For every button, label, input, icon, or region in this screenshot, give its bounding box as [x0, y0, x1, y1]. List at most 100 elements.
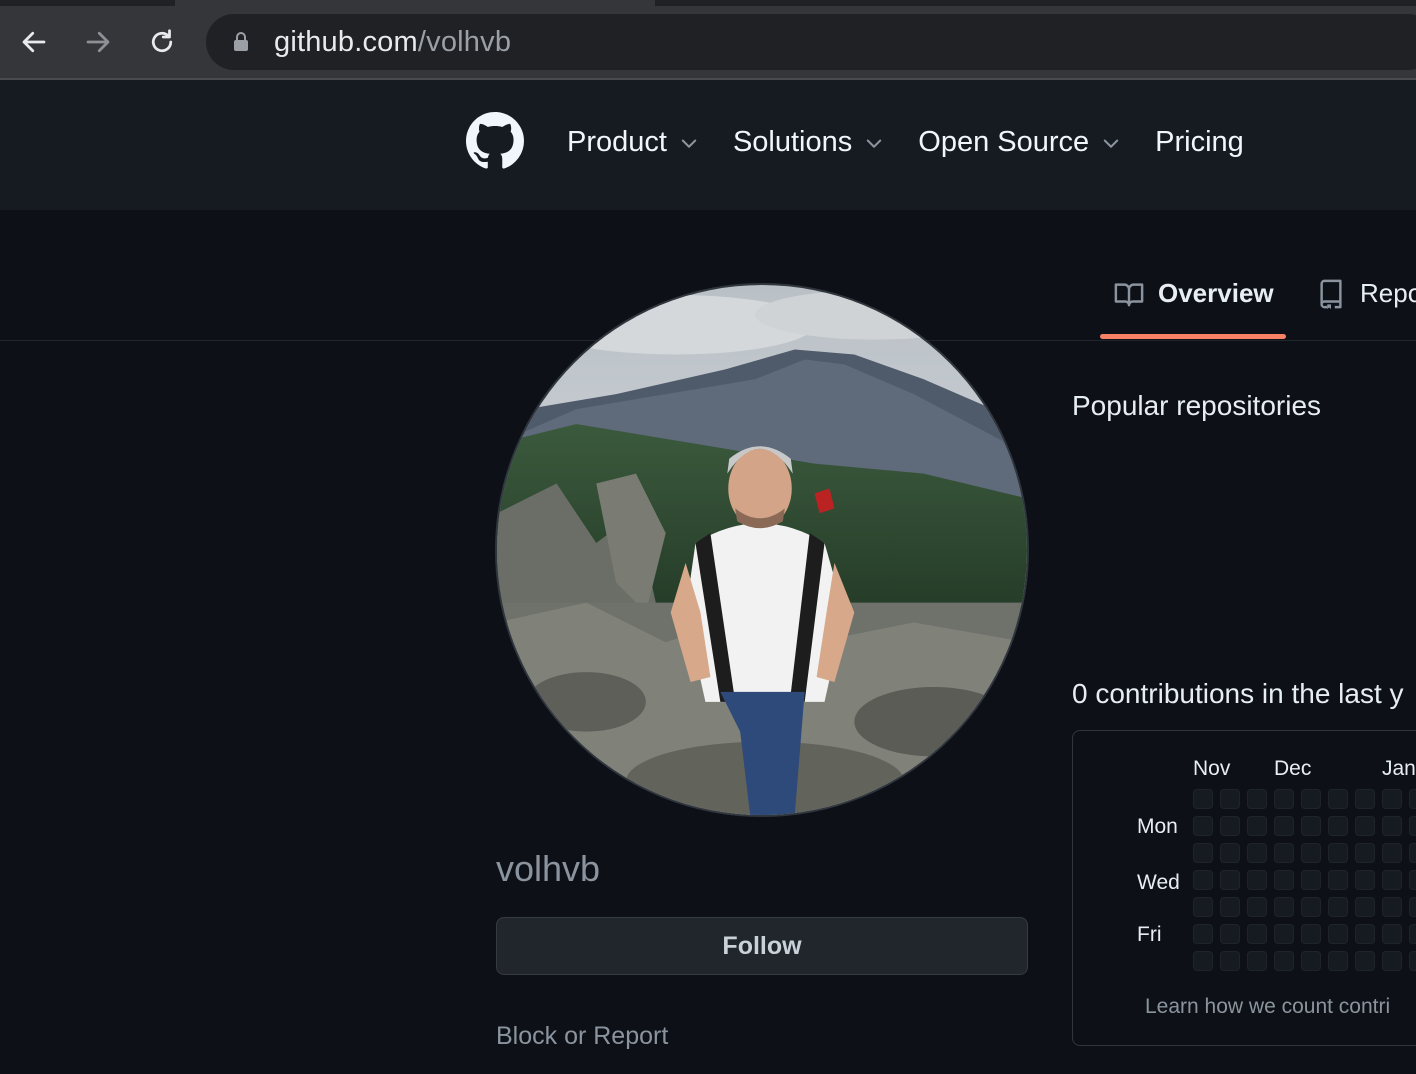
contribution-cell[interactable]: [1247, 897, 1267, 917]
contribution-cell[interactable]: [1328, 816, 1348, 836]
github-logo-icon[interactable]: [466, 112, 524, 170]
contribution-cell[interactable]: [1274, 789, 1294, 809]
contribution-cell[interactable]: [1193, 816, 1213, 836]
contribution-cell[interactable]: [1409, 816, 1416, 836]
contribution-cell[interactable]: [1355, 816, 1375, 836]
contribution-cell[interactable]: [1274, 870, 1294, 890]
contribution-cell[interactable]: [1274, 924, 1294, 944]
contribution-cell[interactable]: [1328, 789, 1348, 809]
block-or-report-link[interactable]: Block or Report: [496, 1022, 668, 1051]
contribution-cell[interactable]: [1193, 951, 1213, 971]
forward-arrow-icon: [86, 31, 110, 53]
contribution-cell[interactable]: [1193, 924, 1213, 944]
url-host: github.com: [274, 26, 418, 58]
forward-button[interactable]: [80, 24, 116, 60]
contribution-cell[interactable]: [1301, 816, 1321, 836]
nav-product[interactable]: Product: [567, 126, 699, 159]
contributions-heading: 0 contributions in the last y: [1072, 678, 1404, 709]
contribution-cell[interactable]: [1301, 789, 1321, 809]
contribution-cell[interactable]: [1193, 843, 1213, 863]
chevron-down-icon: [867, 139, 882, 148]
nav-pricing-label: Pricing: [1155, 126, 1244, 158]
contribution-cell[interactable]: [1328, 897, 1348, 917]
contribution-cell[interactable]: [1409, 897, 1416, 917]
repo-icon: [1320, 279, 1342, 309]
contribution-cell[interactable]: [1193, 870, 1213, 890]
contribution-cell[interactable]: [1382, 816, 1402, 836]
learn-contributions-link[interactable]: Learn how we count contri: [1145, 995, 1390, 1019]
day-label: Mon: [1137, 815, 1178, 838]
contribution-cell[interactable]: [1382, 924, 1402, 944]
contribution-cell[interactable]: [1382, 843, 1402, 863]
address-bar[interactable]: github.com/volhvb: [206, 14, 1416, 70]
contribution-cell[interactable]: [1328, 843, 1348, 863]
contribution-cell[interactable]: [1382, 870, 1402, 890]
popular-repositories-heading: Popular repositories: [1072, 390, 1322, 421]
contribution-cell[interactable]: [1409, 870, 1416, 890]
contribution-cell[interactable]: [1247, 816, 1267, 836]
tab-repositories-label: Repo: [1360, 278, 1416, 308]
contribution-cell[interactable]: [1220, 816, 1240, 836]
contribution-cell[interactable]: [1193, 789, 1213, 809]
contribution-cell[interactable]: [1355, 843, 1375, 863]
avatar-photo: [497, 285, 1027, 815]
contribution-cell[interactable]: [1193, 897, 1213, 917]
contribution-cell[interactable]: [1409, 789, 1416, 809]
contribution-cell[interactable]: [1220, 924, 1240, 944]
contribution-cell[interactable]: [1382, 789, 1402, 809]
nav-open-source-label: Open Source: [918, 126, 1090, 158]
contribution-cell[interactable]: [1220, 843, 1240, 863]
avatar[interactable]: [495, 283, 1029, 817]
active-tab[interactable]: [175, 0, 655, 6]
contribution-cell[interactable]: [1220, 870, 1240, 890]
contribution-cell[interactable]: [1301, 951, 1321, 971]
browser-toolbar: github.com/volhvb: [0, 0, 1416, 80]
contribution-cell[interactable]: [1247, 789, 1267, 809]
contribution-cell[interactable]: [1220, 951, 1240, 971]
contribution-cell[interactable]: [1328, 924, 1348, 944]
contribution-cell[interactable]: [1355, 924, 1375, 944]
contribution-cell[interactable]: [1301, 924, 1321, 944]
tab-overview[interactable]: Overview: [1114, 278, 1274, 309]
contribution-cell[interactable]: [1220, 897, 1240, 917]
reload-button[interactable]: [144, 24, 180, 60]
contribution-cell[interactable]: [1247, 870, 1267, 890]
main-nav: Product Solutions Open Source Pricing: [567, 126, 1278, 159]
contribution-cell[interactable]: [1274, 897, 1294, 917]
contribution-cell[interactable]: [1328, 951, 1348, 971]
book-icon: [1114, 282, 1144, 306]
active-tab-underline: [1100, 334, 1286, 339]
contribution-cell[interactable]: [1355, 870, 1375, 890]
github-header: Product Solutions Open Source Pricing: [0, 80, 1416, 210]
contribution-cell[interactable]: [1274, 843, 1294, 863]
nav-pricing[interactable]: Pricing: [1155, 126, 1244, 159]
nav-solutions[interactable]: Solutions: [733, 126, 884, 159]
tab-repositories[interactable]: Repo: [1316, 278, 1416, 309]
contribution-cell[interactable]: [1247, 951, 1267, 971]
contribution-cell[interactable]: [1355, 897, 1375, 917]
contribution-cell[interactable]: [1355, 789, 1375, 809]
contribution-cell[interactable]: [1301, 843, 1321, 863]
nav-open-source[interactable]: Open Source: [918, 126, 1121, 159]
contribution-cell[interactable]: [1409, 924, 1416, 944]
contribution-cell[interactable]: [1355, 951, 1375, 971]
reload-icon: [151, 29, 173, 53]
contribution-cell[interactable]: [1220, 789, 1240, 809]
day-label: Wed: [1137, 871, 1180, 894]
url-text: github.com/volhvb: [274, 26, 511, 59]
contribution-cell[interactable]: [1382, 951, 1402, 971]
month-label: Nov: [1193, 757, 1231, 780]
contribution-cell[interactable]: [1247, 924, 1267, 944]
back-button[interactable]: [16, 24, 52, 60]
contribution-cell[interactable]: [1301, 897, 1321, 917]
follow-button[interactable]: Follow: [496, 917, 1028, 975]
contribution-cell[interactable]: [1274, 951, 1294, 971]
contribution-cell[interactable]: [1382, 897, 1402, 917]
contribution-cell[interactable]: [1247, 843, 1267, 863]
contribution-cell[interactable]: [1301, 870, 1321, 890]
contribution-cell[interactable]: [1274, 816, 1294, 836]
contribution-cell[interactable]: [1409, 843, 1416, 863]
contribution-graph: Nov Dec Jan Mon Wed Fri Learn how we cou…: [1072, 730, 1416, 1046]
contribution-cell[interactable]: [1328, 870, 1348, 890]
contribution-cell[interactable]: [1409, 951, 1416, 971]
